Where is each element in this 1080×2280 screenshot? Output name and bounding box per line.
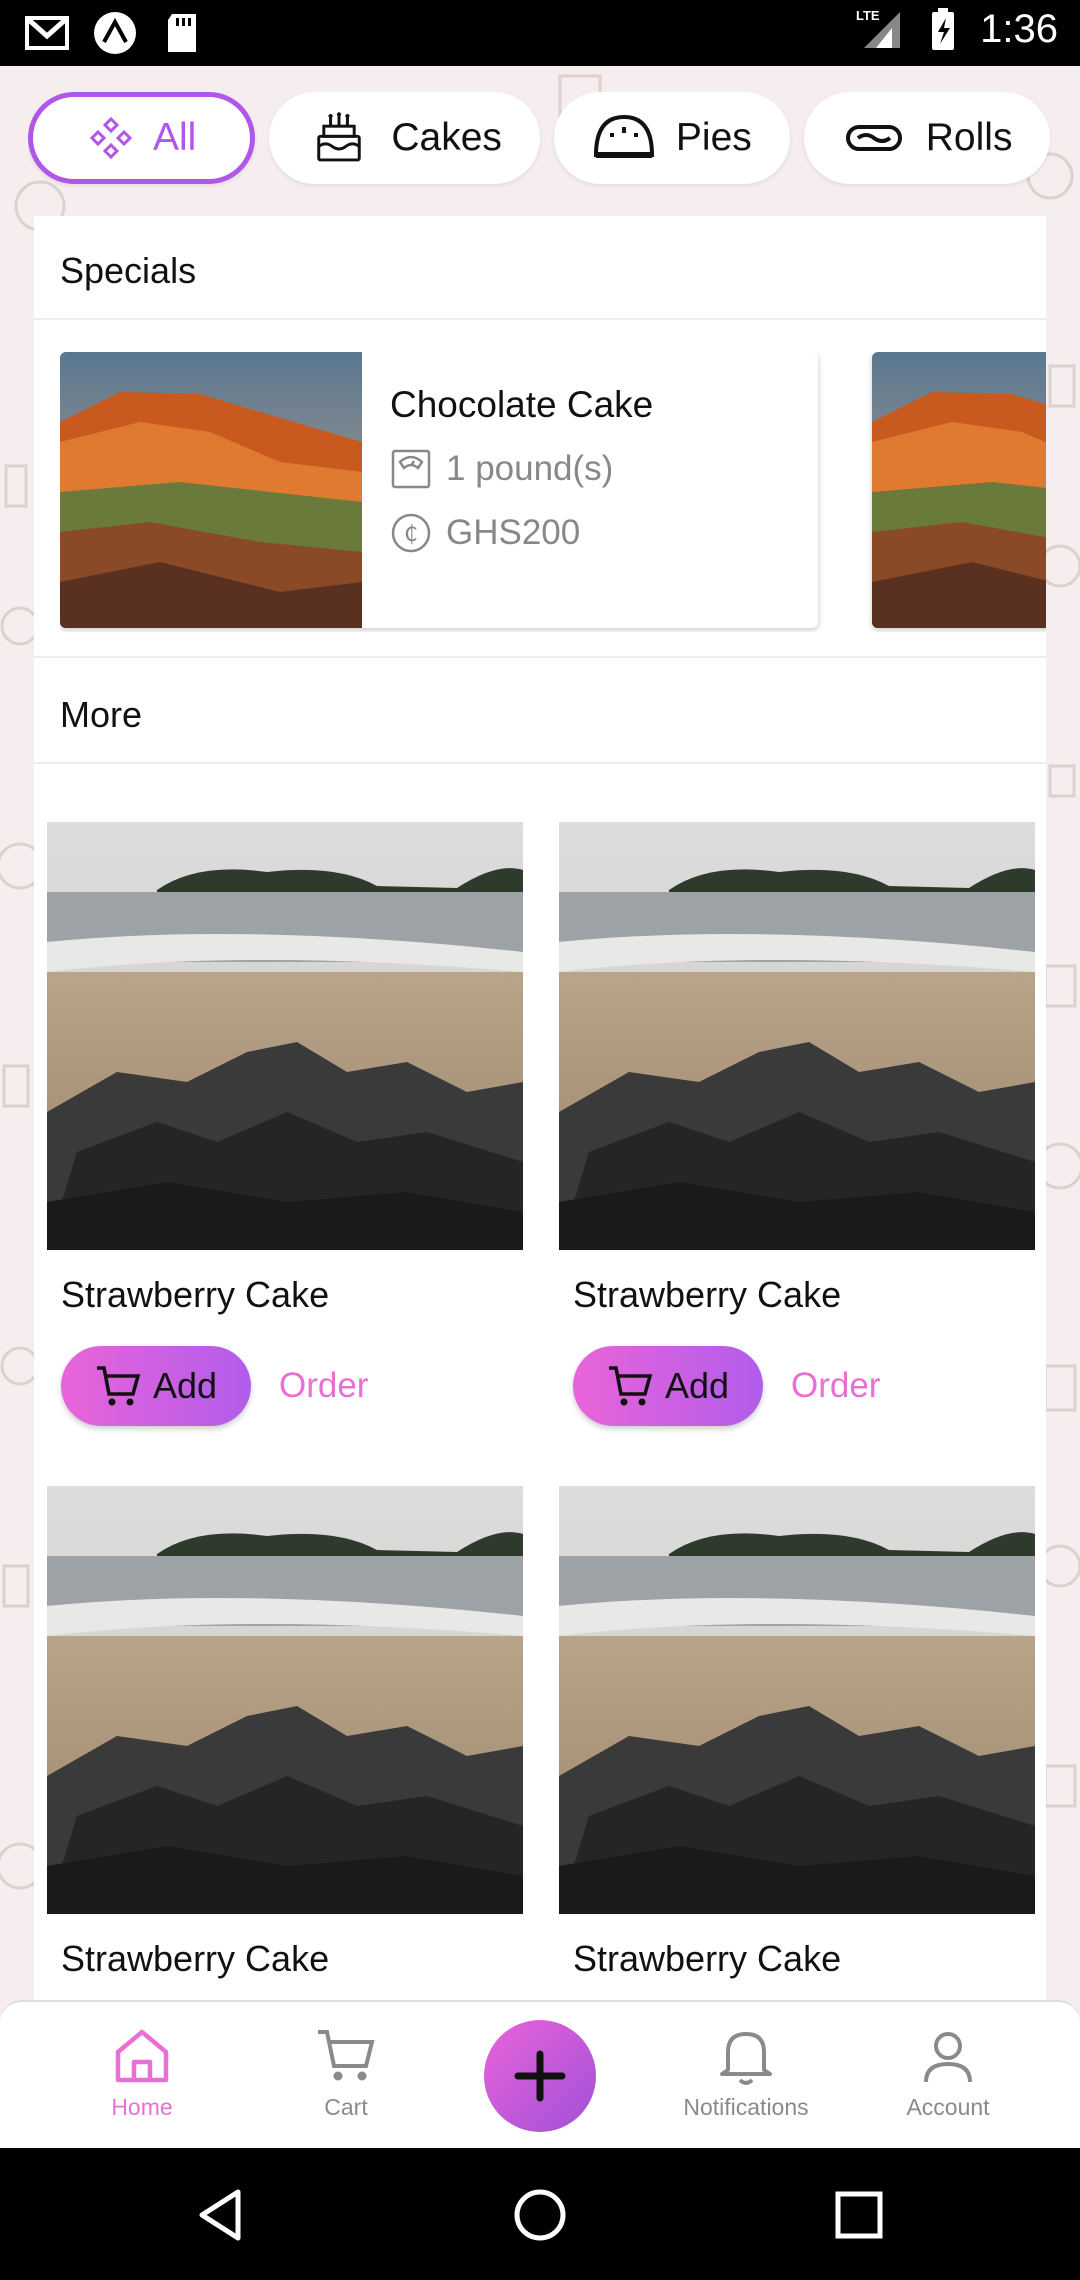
product-actions: Add Order [573, 1346, 1035, 1426]
sd-card-icon [168, 14, 196, 52]
product-grid: Strawberry Cake Add Order Strawberry Cak… [47, 822, 1037, 1980]
category-chip-cakes[interactable]: Cakes [269, 92, 540, 184]
product-name: Strawberry Cake [573, 1938, 842, 1979]
add-to-cart-button[interactable]: Add [573, 1346, 763, 1426]
product-name: Strawberry Cake [61, 1274, 330, 1315]
cedi-icon: ₵ [391, 513, 431, 553]
status-bar: LTE 1:36 [0, 0, 1080, 66]
divider [34, 318, 1046, 320]
special-price-value: GHS200 [446, 513, 581, 552]
bell-icon [720, 2032, 772, 2085]
product-card[interactable]: Strawberry Cake Add Order [47, 822, 523, 1426]
product-card[interactable]: Strawberry Cake [559, 1486, 1035, 1980]
special-image [60, 352, 362, 628]
category-chip-label: Cakes [391, 116, 502, 159]
product-image [559, 822, 1035, 1250]
product-card[interactable]: Strawberry Cake Add Order [559, 822, 1035, 1426]
nav-cart[interactable]: Cart [256, 2024, 436, 2121]
nav-label: Account [906, 2094, 990, 2120]
add-button-label: Add [664, 1365, 730, 1406]
home-circle-icon[interactable] [511, 2186, 569, 2244]
scale-icon [391, 449, 431, 489]
gmail-icon [25, 16, 69, 50]
roll-icon [845, 125, 902, 151]
category-chip-label: All [153, 116, 197, 159]
category-chips: All Cakes Pies Rolls [28, 92, 1080, 188]
product-card[interactable]: Strawberry Cake [47, 1486, 523, 1980]
grid-diamond-icon [89, 116, 133, 160]
special-image [872, 352, 1046, 628]
expo-icon [94, 12, 136, 54]
category-chip-pies[interactable]: Pies [553, 92, 790, 184]
nav-notifications[interactable]: Notifications [656, 2024, 836, 2121]
nav-label: Cart [324, 2094, 368, 2120]
special-card[interactable] [872, 352, 1046, 628]
category-chip-label: Pies [675, 116, 752, 159]
svg-text:₵: ₵ [404, 522, 418, 547]
account-icon [924, 2032, 972, 2083]
special-card[interactable]: Chocolate Cake 1 pound(s) ₵ GHS200 [60, 352, 818, 628]
clock: 1:36 [980, 6, 1058, 51]
special-weight-value: 1 pound(s) [446, 449, 614, 488]
special-name: Chocolate Cake [390, 384, 654, 425]
category-chip-label: Rolls [925, 116, 1013, 159]
content-card: Specials Chocolate Cake 1 pound(s) ₵ GHS… [34, 216, 1046, 2006]
add-fab-button[interactable] [484, 2020, 596, 2132]
specials-carousel[interactable]: Chocolate Cake 1 pound(s) ₵ GHS200 [60, 352, 1046, 632]
system-navigation-bar [0, 2148, 1080, 2280]
add-to-cart-button[interactable]: Add [61, 1346, 251, 1426]
specials-title: Specials [60, 250, 197, 291]
category-chip-rolls[interactable]: Rolls [803, 92, 1051, 184]
category-chip-all[interactable]: All [28, 92, 256, 184]
more-title: More [60, 694, 143, 735]
home-icon [115, 2029, 169, 2083]
pie-icon [593, 114, 654, 158]
svg-text:LTE: LTE [856, 8, 880, 23]
plus-icon [514, 2050, 566, 2102]
battery-icon [932, 8, 955, 50]
cart-icon [608, 1366, 653, 1406]
bottom-navigation: Home Cart Notifications Account [0, 2000, 1080, 2148]
order-link[interactable]: Order [279, 1366, 368, 1406]
divider [34, 762, 1046, 764]
back-icon[interactable] [192, 2186, 250, 2244]
cart-icon [318, 2030, 375, 2081]
nav-home[interactable]: Home [52, 2024, 232, 2121]
product-image [559, 1486, 1035, 1914]
nav-label: Notifications [683, 2094, 809, 2120]
add-button-label: Add [152, 1365, 218, 1406]
cart-icon [96, 1366, 141, 1406]
product-name: Strawberry Cake [573, 1274, 842, 1315]
product-actions: Add Order [61, 1346, 523, 1426]
special-info: Chocolate Cake 1 pound(s) ₵ GHS200 [362, 352, 653, 628]
special-weight: 1 pound(s) [390, 448, 653, 490]
order-link[interactable]: Order [791, 1366, 880, 1406]
recents-icon[interactable] [830, 2186, 888, 2244]
cake-icon [317, 112, 362, 162]
nav-account[interactable]: Account [858, 2024, 1038, 2121]
product-name: Strawberry Cake [61, 1938, 330, 1979]
divider [34, 656, 1046, 658]
product-image [47, 822, 523, 1250]
nav-label: Home [111, 2094, 173, 2120]
special-price: ₵ GHS200 [390, 512, 653, 554]
product-image [47, 1486, 523, 1914]
signal-icon: LTE [856, 8, 901, 48]
